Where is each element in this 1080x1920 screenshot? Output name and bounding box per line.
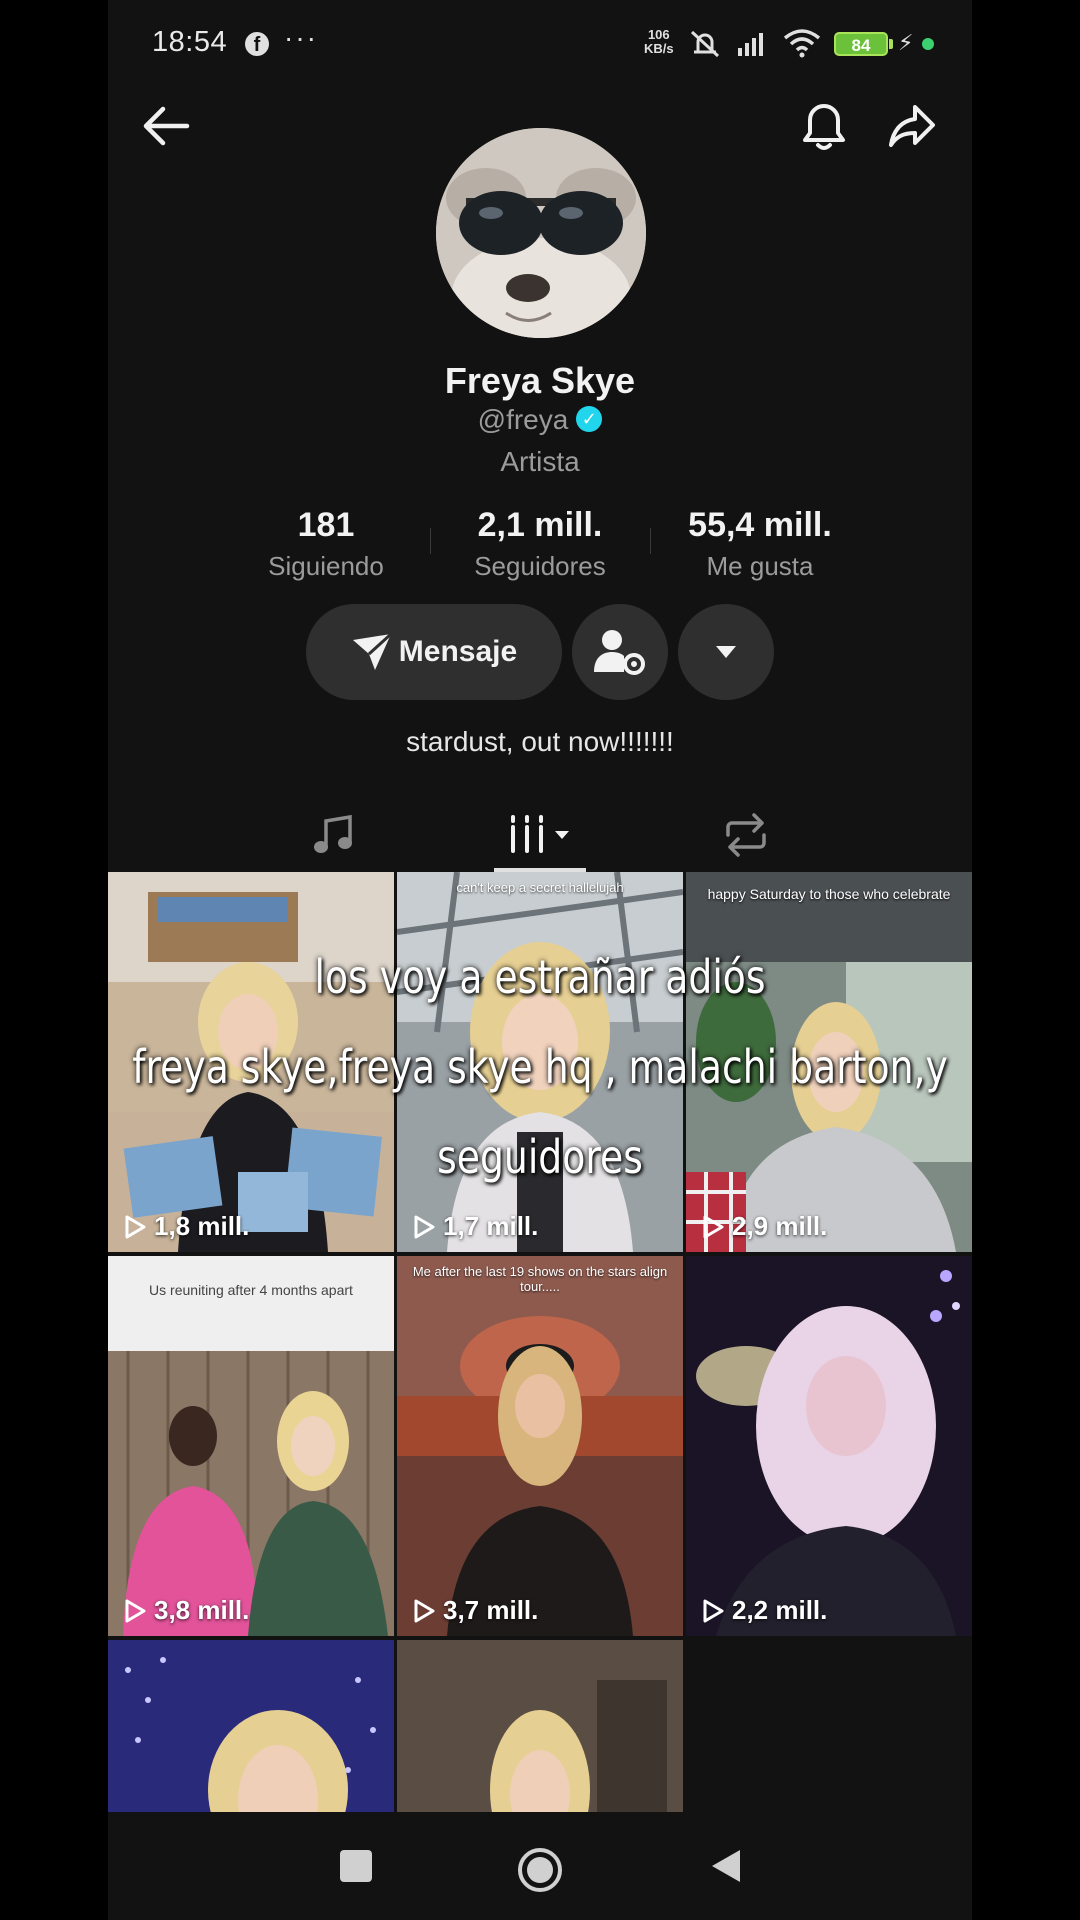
play-icon — [414, 1599, 435, 1622]
video-thumbnail-image — [397, 1640, 683, 1816]
message-button[interactable]: Mensaje — [306, 604, 562, 700]
share-arrow-icon — [889, 105, 935, 147]
bell-icon — [803, 104, 845, 150]
signal-icon — [738, 33, 763, 56]
video-thumbnail-image — [108, 1640, 394, 1816]
message-button-label: Mensaje — [398, 635, 518, 668]
view-count-value: 1,7 mill. — [443, 1211, 539, 1241]
play-icon — [125, 1215, 146, 1238]
view-count: 1,7 mill. — [409, 1211, 538, 1242]
stat-following-value: 181 — [297, 506, 355, 544]
stat-likes-value: 55,4 mill. — [688, 506, 832, 544]
profile-handle: @freya — [477, 404, 569, 435]
stat-likes[interactable]: 55,4 mill. Me gusta — [660, 506, 860, 582]
tab-music[interactable] — [274, 800, 394, 870]
video-thumbnail-image — [108, 1256, 394, 1636]
video-caption: can't keep a secret hallelujah — [456, 880, 624, 895]
network-speed-unit: KB/s — [644, 41, 674, 56]
friend-settings-button[interactable] — [572, 604, 668, 700]
avatar-image — [436, 128, 646, 338]
stat-divider — [650, 528, 651, 554]
caret-down-icon — [716, 646, 736, 658]
verified-badge-icon: ✓ — [576, 405, 603, 432]
play-icon — [703, 1215, 724, 1238]
play-icon — [125, 1599, 146, 1622]
stat-following-label: Siguiendo — [268, 551, 384, 581]
video-thumbnail-image — [686, 1256, 972, 1636]
play-icon — [414, 1215, 435, 1238]
view-count-value: 2,9 mill. — [732, 1211, 828, 1241]
network-speed: 106 KB/s — [644, 28, 674, 56]
share-button[interactable] — [884, 98, 940, 154]
send-icon — [352, 632, 392, 670]
profile-name: Freya Skye — [444, 360, 636, 401]
repost-icon — [726, 813, 766, 857]
wifi-icon — [783, 29, 821, 58]
video-caption: happy Saturday to those who celebrate — [707, 886, 951, 902]
profile-category: Artista — [500, 446, 580, 477]
video-thumbnail[interactable]: Us reuniting after 4 months apart 3,8 mi… — [108, 1256, 394, 1636]
facebook-notification-icon: f — [245, 32, 269, 56]
status-time: 18:54 — [152, 26, 228, 58]
video-thumbnail[interactable] — [397, 1640, 683, 1816]
battery-level: 84 — [834, 32, 888, 56]
stat-followers-value: 2,1 mill. — [477, 506, 603, 544]
view-count-value: 3,8 mill. — [154, 1595, 250, 1625]
profile-bio: stardust, out now!!!!!!! — [406, 726, 674, 757]
overlay-caption-line: freya skye,freya skye hq , malachi barto… — [132, 1040, 948, 1094]
view-count: 2,2 mill. — [698, 1595, 827, 1626]
notifications-button[interactable] — [796, 98, 852, 154]
triangle-back-icon — [712, 1850, 740, 1882]
system-back-button[interactable] — [706, 1846, 746, 1891]
view-count: 2,9 mill. — [698, 1211, 827, 1242]
tab-reposts[interactable] — [686, 800, 806, 870]
more-notifications-icon: ··· — [284, 22, 318, 53]
view-count: 1,8 mill. — [120, 1211, 249, 1242]
overlay-caption-line: seguidores — [437, 1130, 643, 1184]
video-thumbnail[interactable]: 2,2 mill. — [686, 1256, 972, 1636]
video-thumbnail-image — [397, 1256, 683, 1636]
music-note-icon — [314, 814, 352, 853]
more-options-dropdown[interactable] — [678, 604, 774, 700]
stat-following[interactable]: 181 Siguiendo — [226, 506, 426, 582]
tab-videos[interactable] — [480, 800, 600, 870]
privacy-indicator — [922, 38, 934, 50]
recent-apps-button[interactable] — [336, 1846, 376, 1891]
profile-handle-row: @freya ✓ — [108, 404, 972, 436]
stat-followers[interactable]: 2,1 mill. Seguidores — [440, 506, 640, 582]
system-navigation-bar — [108, 1812, 972, 1920]
stat-divider — [430, 528, 431, 554]
overlay-caption-line: los voy a estrañar adiós — [314, 950, 766, 1004]
circle-home-icon — [518, 1848, 562, 1892]
profile-tabs — [108, 800, 972, 872]
back-button[interactable] — [138, 98, 194, 154]
charging-icon: ⚡ — [898, 30, 914, 55]
square-icon — [340, 1850, 372, 1882]
video-thumbnail[interactable] — [108, 1640, 394, 1816]
video-thumbnail[interactable]: Me after the last 19 shows on the stars … — [397, 1256, 683, 1636]
view-count-value: 3,7 mill. — [443, 1595, 539, 1625]
status-bar: 18:54 f ··· 106 KB/s 84 ⚡ — [108, 0, 972, 88]
home-button[interactable] — [516, 1846, 564, 1899]
stat-followers-label: Seguidores — [474, 551, 606, 581]
videos-grid-icon — [511, 815, 569, 853]
view-count-value: 1,8 mill. — [154, 1211, 250, 1241]
stat-likes-label: Me gusta — [706, 551, 814, 581]
avatar[interactable] — [436, 128, 646, 338]
play-icon — [703, 1599, 724, 1622]
video-caption: Us reuniting after 4 months apart — [149, 1282, 353, 1298]
battery-tip — [889, 39, 893, 49]
mute-icon — [690, 30, 720, 58]
user-settings-icon — [594, 630, 645, 675]
view-count-value: 2,2 mill. — [732, 1595, 828, 1625]
arrow-left-icon — [143, 106, 190, 146]
video-caption: Me after the last 19 shows on the stars … — [412, 1264, 668, 1294]
view-count: 3,8 mill. — [120, 1595, 249, 1626]
network-speed-value: 106 — [647, 27, 670, 42]
view-count: 3,7 mill. — [409, 1595, 538, 1626]
